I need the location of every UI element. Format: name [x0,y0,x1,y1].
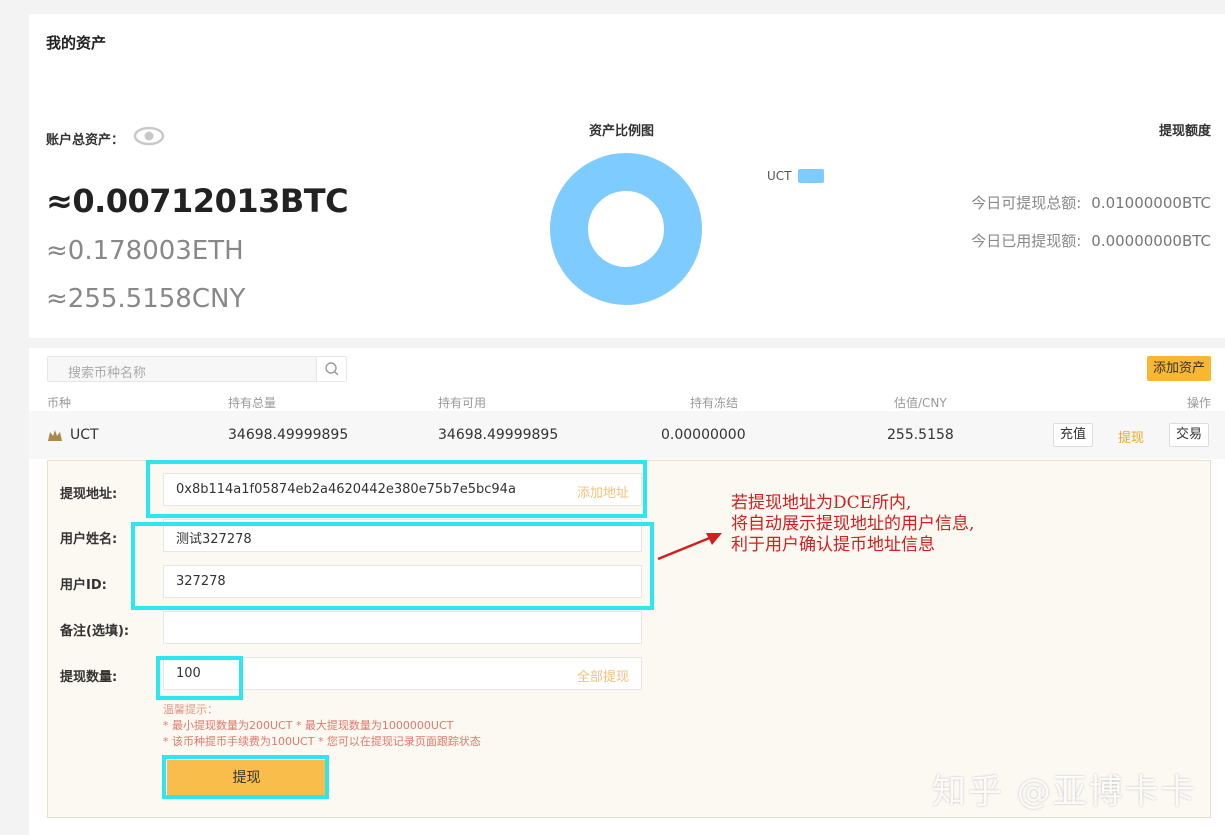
asset-ratio-donut [550,153,702,305]
annotation-note: 若提现地址为DCE所内, 将自动展示提现地址的用户信息, 利于用户确认提币地址信… [731,493,974,556]
today-total-label: 今日可提现总额: [971,194,1082,212]
withdraw-all-link[interactable]: 全部提现 [577,666,629,685]
today-total-value: 0.01000000BTC [1091,194,1211,212]
total-eth-value: ≈0.178003ETH [46,236,244,266]
total-amount: 34698.49999895 [228,427,349,443]
header-coin: 币种 [47,396,72,410]
name-value: 测试327278 [176,532,252,547]
tips: 温馨提示： * 最小提现数量为200UCT * 最大提现数量为1000000UC… [163,702,481,750]
uid-field: 327278 [163,565,642,598]
remark-label: 备注(选填): [60,624,130,639]
watermark: 知乎 @亚博卡卡 [932,772,1197,812]
total-assets-label: 账户总资产： [46,133,125,148]
tip-line-2: * 该币种提币手续费为100UCT * 您可以在提现记录页面跟踪状态 [163,735,481,748]
today-used-value: 0.00000000BTC [1091,232,1211,250]
withdraw-limit-title: 提现额度 [1158,124,1211,139]
annotation-arrow [657,533,722,561]
total-cny-value: ≈255.5158CNY [46,284,246,314]
withdraw-submit-button[interactable]: 提现 [167,760,326,797]
search-input[interactable]: 搜索币种名称 [47,356,347,382]
address-field[interactable]: 0x8b114a1f05874eb2a4620442e380e75b7e5bc9… [163,473,642,506]
eye-icon[interactable] [133,126,165,146]
amount-label: 提现数量: [60,670,118,685]
note-line-2: 将自动展示提现地址的用户信息, [731,514,975,534]
add-address-link[interactable]: 添加地址 [577,482,629,501]
uct-coin-icon [48,430,62,441]
name-field: 测试327278 [163,519,642,552]
deposit-button[interactable]: 充值 [1053,423,1094,447]
header-available: 持有可用 [438,396,487,410]
name-label: 用户姓名: [60,532,118,547]
legend-label-uct: UCT [767,169,792,183]
header-cny: 估值/CNY [894,396,947,410]
page-title: 我的资产 [46,34,107,52]
search-placeholder: 搜索币种名称 [68,366,147,381]
donut-slice-uct [550,153,702,305]
amount-field[interactable]: 100 全部提现 [163,657,642,690]
available-amount: 34698.49999895 [438,427,559,443]
today-used-label: 今日已用提现额: [971,232,1082,250]
header-frozen: 持有冻结 [690,396,739,410]
address-label: 提现地址: [60,487,118,502]
trade-button[interactable]: 交易 [1169,423,1210,447]
header-total: 持有总量 [228,396,277,410]
search-button[interactable] [316,357,346,381]
withdraw-link[interactable]: 提现 [1118,427,1144,446]
add-asset-button[interactable]: 添加资产 [1146,356,1211,381]
frozen-amount: 0.00000000 [661,427,746,443]
chart-legend: UCT [767,169,824,183]
address-value: 0x8b114a1f05874eb2a4620442e380e75b7e5bc9… [176,482,516,497]
assets-card: 我的资产 账户总资产： ≈0.00712013BTC ≈0.178003ETH … [29,14,1225,338]
table-row [29,411,1225,459]
cny-value: 255.5158 [887,427,954,443]
note-line-1: 若提现地址为DCE所内, [731,493,912,513]
uid-label: 用户ID: [60,578,107,593]
note-line-3: 利于用户确认提币地址信息 [731,535,935,555]
amount-value: 100 [176,666,201,681]
uid-value: 327278 [176,574,226,589]
header-action: 操作 [1186,396,1211,410]
chart-title: 资产比例图 [589,124,655,139]
tip-line-1: * 最小提现数量为200UCT * 最大提现数量为1000000UCT [163,719,454,732]
tips-title: 温馨提示： [163,703,218,716]
legend-swatch-uct [797,169,824,183]
search-icon [325,362,339,376]
total-btc-value: ≈0.00712013BTC [46,182,349,220]
remark-field[interactable] [163,611,642,644]
today-used-row: 今日已用提现额: 0.00000000BTC [971,230,1211,251]
asset-list-card: 搜索币种名称 添加资产 币种 持有总量 持有可用 持有冻结 估值/CNY 操作 … [29,348,1225,835]
today-total-row: 今日可提现总额: 0.01000000BTC [971,192,1211,213]
coin-name: UCT [70,427,99,443]
